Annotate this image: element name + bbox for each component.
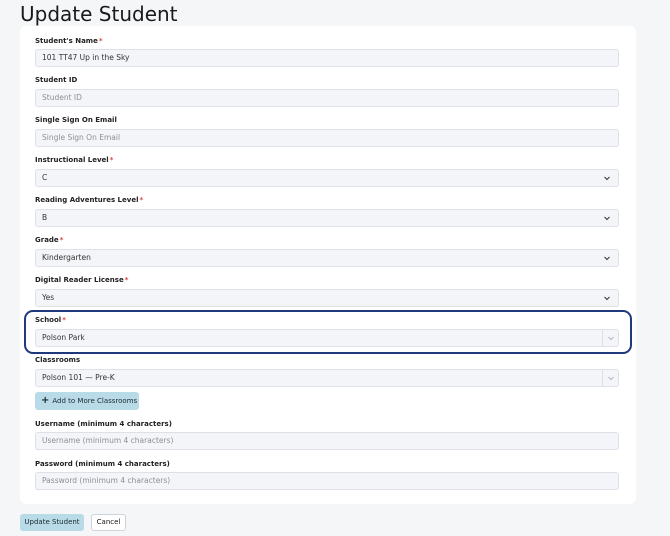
chevron-down-icon[interactable] [603, 254, 611, 262]
reading-adventures-level-select[interactable]: B [35, 209, 619, 227]
instructional-level-select[interactable]: C [35, 169, 619, 187]
reading-adventures-level-label: Reading Adventures Level* [35, 196, 143, 205]
digital-reader-license-value: Yes [42, 293, 55, 302]
grade-label-text: Grade [35, 236, 59, 244]
chevron-down-icon[interactable] [603, 214, 611, 222]
sso-email-input[interactable]: Single Sign On Email [35, 129, 619, 147]
student-id-input[interactable]: Student ID [35, 89, 619, 107]
reading-adventures-level-label-text: Reading Adventures Level [35, 196, 139, 204]
required-asterisk: * [139, 196, 144, 204]
school-label-text: School [35, 316, 62, 324]
password-input[interactable]: Password (minimum 4 characters) [35, 472, 619, 490]
add-to-more-classrooms-label: Add to More Classrooms [52, 397, 138, 405]
chevron-down-icon[interactable] [603, 294, 611, 302]
password-label: Password (minimum 4 characters) [35, 460, 170, 468]
school-label: School* [35, 316, 66, 325]
instructional-level-label-text: Instructional Level [35, 156, 109, 164]
username-label: Username (minimum 4 characters) [35, 420, 172, 428]
student-name-label: Student's Name* [35, 37, 103, 46]
update-student-button[interactable]: Update Student [20, 514, 84, 531]
username-input[interactable]: Username (minimum 4 characters) [35, 432, 619, 450]
required-asterisk: * [124, 276, 129, 284]
grade-select[interactable]: Kindergarten [35, 249, 619, 267]
digital-reader-license-select[interactable]: Yes [35, 289, 619, 307]
digital-reader-license-label: Digital Reader License* [35, 276, 128, 285]
cancel-button[interactable]: Cancel [91, 514, 126, 531]
plus-icon: + [41, 395, 50, 406]
school-select[interactable]: Polson Park [35, 329, 619, 347]
reading-adventures-level-value: B [42, 213, 48, 222]
instructional-level-label: Instructional Level* [35, 156, 113, 165]
school-value: Polson Park [42, 333, 85, 342]
classrooms-value: Polson 101 — Pre-K [42, 373, 115, 382]
sso-email-label: Single Sign On Email [35, 116, 117, 124]
student-name-label-text: Student's Name [35, 37, 98, 45]
chevron-down-icon[interactable] [602, 370, 618, 386]
required-asterisk: * [62, 316, 66, 324]
required-asterisk: * [59, 236, 64, 244]
required-asterisk: * [109, 156, 114, 164]
classrooms-label: Classrooms [35, 356, 81, 364]
chevron-down-icon[interactable] [602, 330, 618, 346]
digital-reader-license-label-text: Digital Reader License [35, 276, 124, 284]
grade-label: Grade* [35, 236, 63, 245]
student-id-label: Student ID [35, 76, 78, 84]
student-name-input[interactable]: 101 TT47 Up in the Sky [35, 49, 619, 67]
page-title: Update Student [20, 2, 178, 26]
chevron-down-icon[interactable] [603, 174, 611, 182]
required-asterisk: * [98, 37, 103, 45]
add-to-more-classrooms-button[interactable]: + Add to More Classrooms [35, 392, 139, 410]
classrooms-select[interactable]: Polson 101 — Pre-K [35, 369, 619, 387]
instructional-level-value: C [42, 173, 48, 182]
grade-value: Kindergarten [42, 253, 91, 262]
